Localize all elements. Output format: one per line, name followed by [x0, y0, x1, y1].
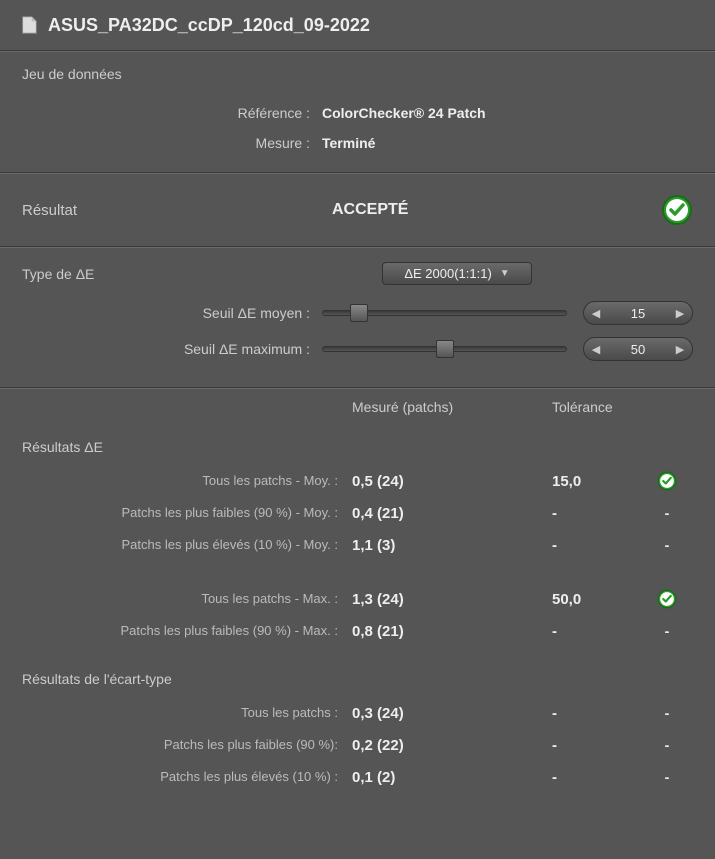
results-stddev-heading: Résultats de l'écart-type	[22, 671, 693, 687]
row-measured: 0,5 (24)	[352, 473, 552, 490]
row-tolerance: -	[552, 505, 652, 522]
slider-thumb[interactable]	[350, 304, 368, 322]
avg-threshold-stepper[interactable]: ◀ 15 ▶	[583, 301, 693, 325]
stepper-right-icon[interactable]: ▶	[668, 343, 692, 356]
row-status	[652, 589, 682, 609]
row-tolerance: -	[552, 623, 652, 640]
row-measured: 0,1 (2)	[352, 769, 552, 786]
table-row: Tous les patchs - Moy. : 0,5 (24) 15,0	[22, 465, 693, 497]
result-value: ACCEPTÉ	[332, 201, 661, 219]
results-columns-header: Mesuré (patchs) Tolérance	[0, 388, 715, 425]
checkmark-icon	[657, 589, 677, 609]
checkmark-icon	[661, 194, 693, 226]
row-tolerance: 15,0	[552, 473, 652, 490]
table-row: Tous les patchs : 0,3 (24) - -	[22, 697, 693, 729]
row-status: -	[652, 737, 682, 753]
deltae-type-dropdown[interactable]: ΔE 2000(1:1:1) ▼	[382, 262, 532, 285]
row-label: Tous les patchs - Moy. :	[22, 473, 352, 489]
row-status	[652, 471, 682, 491]
row-measured: 1,3 (24)	[352, 591, 552, 608]
calibration-panel: ASUS_PA32DC_ccDP_120cd_09-2022 Jeu de do…	[0, 0, 715, 813]
document-icon	[18, 14, 40, 36]
checkmark-icon	[657, 471, 677, 491]
row-status: -	[652, 537, 682, 553]
reference-value: ColorChecker® 24 Patch	[322, 105, 693, 121]
max-threshold-label: Seuil ΔE maximum :	[22, 341, 322, 357]
row-label: Patchs les plus élevés (10 %) :	[22, 769, 352, 785]
page-title: ASUS_PA32DC_ccDP_120cd_09-2022	[48, 15, 370, 36]
deltae-config-section: Type de ΔE ΔE 2000(1:1:1) ▼ Seuil ΔE moy…	[0, 247, 715, 388]
row-label: Patchs les plus faibles (90 %) - Moy. :	[22, 505, 352, 521]
table-row: Patchs les plus élevés (10 %) - Moy. : 1…	[22, 529, 693, 561]
row-tolerance: -	[552, 537, 652, 554]
row-tolerance: -	[552, 769, 652, 786]
row-label: Patchs les plus faibles (90 %) - Max. :	[22, 623, 352, 639]
row-measured: 0,8 (21)	[352, 623, 552, 640]
result-label: Résultat	[22, 202, 332, 219]
results-deltae-heading: Résultats ΔE	[22, 439, 693, 455]
table-row: Patchs les plus faibles (90 %) - Max. : …	[22, 615, 693, 647]
row-status: -	[652, 623, 682, 639]
row-measured: 0,4 (21)	[352, 505, 552, 522]
chevron-down-icon: ▼	[500, 268, 510, 279]
row-label: Tous les patchs - Max. :	[22, 591, 352, 607]
slider-thumb[interactable]	[436, 340, 454, 358]
dataset-section: Jeu de données Référence : ColorChecker®…	[0, 51, 715, 173]
row-label: Patchs les plus faibles (90 %):	[22, 737, 352, 753]
title-bar: ASUS_PA32DC_ccDP_120cd_09-2022	[0, 0, 715, 51]
table-row: Patchs les plus élevés (10 %) : 0,1 (2) …	[22, 761, 693, 793]
avg-threshold-label: Seuil ΔE moyen :	[22, 305, 322, 321]
avg-threshold-value: 15	[608, 306, 668, 321]
row-status: -	[652, 769, 682, 785]
row-measured: 1,1 (3)	[352, 537, 552, 554]
table-row: Patchs les plus faibles (90 %) - Moy. : …	[22, 497, 693, 529]
deltae-type-value: ΔE 2000(1:1:1)	[404, 266, 491, 281]
max-threshold-value: 50	[608, 342, 668, 357]
deltae-type-label: Type de ΔE	[22, 266, 202, 282]
max-threshold-slider[interactable]	[322, 346, 567, 352]
row-tolerance: -	[552, 737, 652, 754]
dataset-heading: Jeu de données	[22, 66, 693, 82]
row-measured: 0,2 (22)	[352, 737, 552, 754]
stepper-left-icon[interactable]: ◀	[584, 343, 608, 356]
row-status: -	[652, 505, 682, 521]
col-measured: Mesuré (patchs)	[352, 399, 552, 415]
row-measured: 0,3 (24)	[352, 705, 552, 722]
stepper-right-icon[interactable]: ▶	[668, 307, 692, 320]
avg-threshold-slider[interactable]	[322, 310, 567, 316]
table-row: Patchs les plus faibles (90 %): 0,2 (22)…	[22, 729, 693, 761]
row-status: -	[652, 705, 682, 721]
result-section: Résultat ACCEPTÉ	[0, 173, 715, 247]
max-threshold-stepper[interactable]: ◀ 50 ▶	[583, 337, 693, 361]
table-row: Tous les patchs - Max. : 1,3 (24) 50,0	[22, 583, 693, 615]
row-label: Tous les patchs :	[22, 705, 352, 721]
col-tolerance: Tolérance	[552, 399, 693, 415]
row-label: Patchs les plus élevés (10 %) - Moy. :	[22, 537, 352, 553]
measure-value: Terminé	[322, 135, 693, 151]
measure-label: Mesure :	[22, 135, 322, 151]
reference-label: Référence :	[22, 105, 322, 121]
results-body: Résultats ΔE Tous les patchs - Moy. : 0,…	[0, 439, 715, 813]
stepper-left-icon[interactable]: ◀	[584, 307, 608, 320]
row-tolerance: 50,0	[552, 591, 652, 608]
row-tolerance: -	[552, 705, 652, 722]
